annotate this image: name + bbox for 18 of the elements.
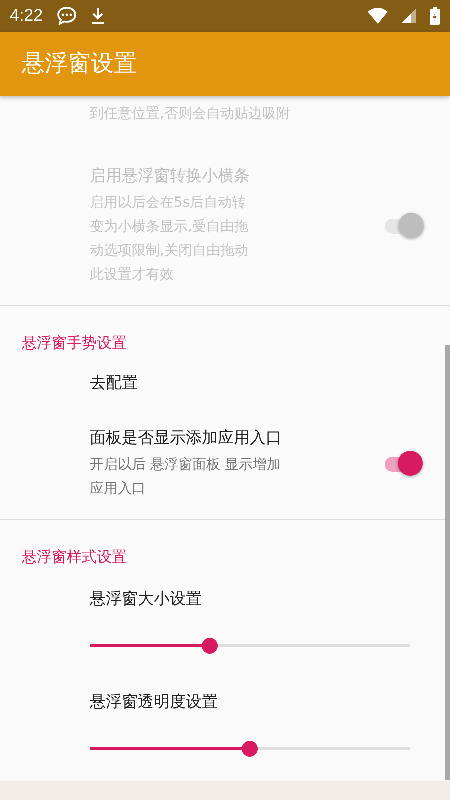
category-header: 悬浮窗样式设置 (21, 546, 128, 568)
setting-title: 面板是否显示添加应用入口 (90, 428, 282, 449)
setting-summary: 开启以后 悬浮窗面板 显示增加应用入口 (90, 456, 282, 499)
slider[interactable] (90, 638, 410, 654)
message-icon (57, 6, 78, 25)
signal-icon (402, 8, 416, 23)
status-time: 4:22 (10, 6, 44, 26)
setting-title: 启用悬浮窗转换小横条 (90, 166, 250, 187)
setting-title[interactable]: 去配置 (90, 372, 138, 394)
app-bar-title: 悬浮窗设置 (22, 50, 137, 80)
category-header: 悬浮窗手势设置 (21, 332, 128, 354)
setting-title: 悬浮窗大小设置 (90, 588, 202, 610)
scrollbar[interactable] (445, 345, 450, 780)
setting-title: 悬浮窗透明度设置 (90, 692, 218, 713)
wifi-icon (368, 8, 388, 24)
battery-icon (430, 6, 440, 25)
download-icon (91, 6, 106, 25)
slider[interactable] (90, 740, 410, 757)
